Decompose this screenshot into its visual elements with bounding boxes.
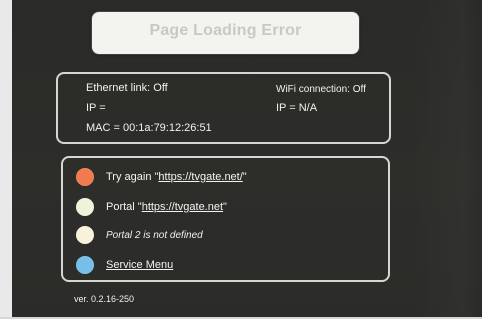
portal-2-item: Portal 2 is not defined [76, 224, 203, 246]
action-menu: Try again " https://tvgate.net/ " Portal… [61, 156, 390, 282]
wifi-status: WiFi connection: Off [276, 84, 366, 95]
cream-circle-icon [76, 226, 94, 244]
network-status-panel: Ethernet link: Off IP = MAC = 00:1a:79:1… [56, 72, 391, 144]
portal-link[interactable]: https://tvgate.net [142, 201, 223, 213]
portal-item[interactable]: Portal " https://tvgate.net " [76, 196, 227, 218]
photo-stage: Page Loading Error Ethernet link: Off IP… [0, 0, 482, 319]
ethernet-ip: IP = [86, 102, 106, 114]
page-title: Page Loading Error [149, 22, 302, 39]
try-again-item[interactable]: Try again " https://tvgate.net/ " [76, 166, 247, 188]
portal-2-text: Portal 2 is not defined [106, 229, 203, 241]
try-again-suffix: " [242, 171, 247, 183]
portal-suffix: " [223, 201, 227, 213]
mac-address: MAC = 00:1a:79:12:26:51 [86, 122, 212, 134]
wifi-ip: IP = N/A [276, 102, 318, 114]
service-menu-item[interactable]: Service Menu [76, 254, 173, 276]
error-title-banner: Page Loading Error [92, 12, 359, 54]
portal-prefix: Portal " [106, 201, 142, 213]
orange-circle-icon [76, 168, 94, 186]
blue-circle-icon [76, 256, 94, 274]
service-menu-link[interactable]: Service Menu [106, 259, 173, 271]
version-text: ver. 0.2.16-250 [74, 294, 135, 304]
try-again-link[interactable]: https://tvgate.net/ [158, 171, 242, 183]
tv-screen: Page Loading Error Ethernet link: Off IP… [12, 0, 482, 319]
cream-circle-icon [76, 198, 94, 216]
ethernet-status: Ethernet link: Off [86, 82, 168, 94]
try-again-prefix: Try again " [106, 171, 159, 183]
screen-edge-shadow [462, 0, 482, 319]
